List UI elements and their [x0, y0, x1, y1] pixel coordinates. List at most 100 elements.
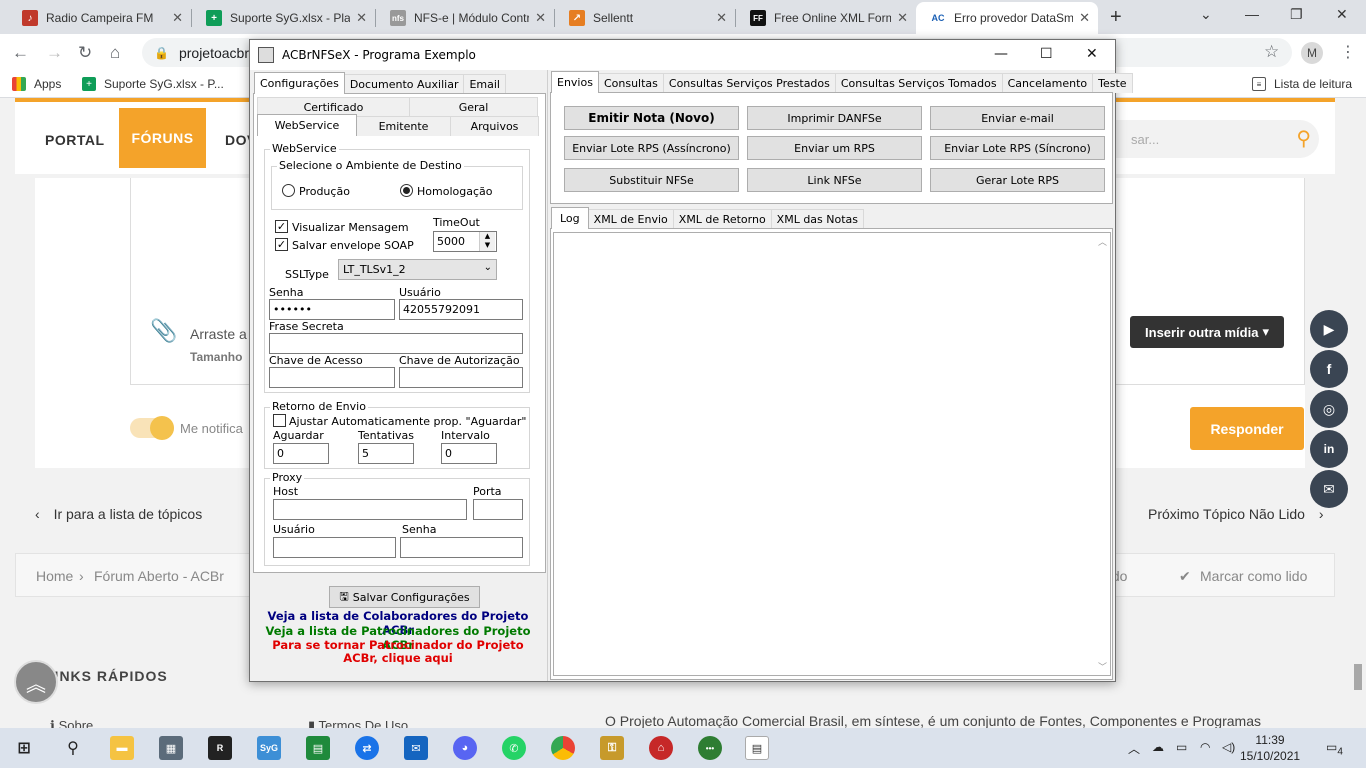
reply-button[interactable]: Responder [1190, 407, 1304, 450]
close-icon[interactable]: ✕ [356, 10, 367, 26]
discord-icon[interactable]: ◕ [453, 736, 477, 760]
tab-teste[interactable]: Teste [1092, 73, 1133, 93]
close-icon[interactable]: ✕ [897, 10, 908, 26]
scroll-up-icon[interactable]: ︿ [1098, 235, 1107, 248]
spin-arrows-icon[interactable]: ▲ ▼ [479, 232, 495, 251]
chave-acesso-field[interactable] [269, 367, 395, 388]
close-icon[interactable]: ✕ [716, 10, 727, 26]
tab-configuracoes[interactable]: Configurações [254, 72, 345, 94]
close-icon[interactable]: ✕ [172, 10, 183, 26]
enviar-lote-assincrono-button[interactable]: Enviar Lote RPS (Assíncrono) [564, 136, 739, 160]
linkedin-icon[interactable]: in [1310, 430, 1348, 468]
minimize-icon[interactable]: — [994, 46, 1008, 62]
new-tab-icon[interactable]: + [1110, 6, 1122, 29]
tab-consultas-tomados[interactable]: Consultas Serviços Tomados [834, 73, 1003, 93]
next-topic-link[interactable]: Próximo Tópico Não Lido › [1148, 506, 1324, 522]
gerar-lote-rps-button[interactable]: Gerar Lote RPS [930, 168, 1105, 192]
maximize-icon[interactable]: ☐ [1040, 46, 1053, 62]
substituir-nfse-button[interactable]: Substituir NFSe [564, 168, 739, 192]
cloud-icon[interactable]: ☁ [1152, 740, 1164, 754]
home-icon[interactable]: ⌂ [110, 43, 120, 63]
proxy-senha-field[interactable] [400, 537, 523, 558]
reading-list[interactable]: ≡ Lista de leitura [1252, 77, 1352, 91]
log-scrollbar[interactable]: ︿ ﹀ [1094, 233, 1110, 675]
bookmark-apps[interactable]: Apps [12, 77, 61, 91]
scroll-down-icon[interactable]: ﹀ [1098, 660, 1107, 673]
volume-icon[interactable]: ◁) [1222, 740, 1235, 754]
scrollbar-thumb[interactable] [1354, 664, 1362, 690]
reload-icon[interactable]: ↻ [78, 43, 92, 63]
imprimir-danfse-button[interactable]: Imprimir DANFSe [747, 106, 922, 130]
aguardar-field[interactable]: 0 [273, 443, 329, 464]
mail-icon[interactable]: ✉ [1310, 470, 1348, 508]
tentativas-field[interactable]: 5 [358, 443, 414, 464]
file-explorer-icon[interactable]: ▬ [110, 736, 134, 760]
calculator-icon[interactable]: ▦ [159, 736, 183, 760]
search-icon[interactable]: ⚲ [61, 736, 85, 760]
tab-webservice[interactable]: WebService [257, 114, 357, 136]
link-nfse-button[interactable]: Link NFSe [747, 168, 922, 192]
tab-xml-envio[interactable]: XML de Envio [587, 209, 674, 229]
facebook-icon[interactable]: f [1310, 350, 1348, 388]
proxy-porta-field[interactable] [473, 499, 523, 520]
app-green-icon[interactable]: ••• [698, 736, 722, 760]
tab-arquivos[interactable]: Arquivos [450, 116, 539, 136]
usuario-field[interactable]: 42055792091 [399, 299, 523, 320]
bookmark-star-icon[interactable]: ☆ [1264, 42, 1279, 62]
close-window-icon[interactable]: ✕ [1336, 6, 1348, 23]
enviar-email-button[interactable]: Enviar e-mail [930, 106, 1105, 130]
chevron-up-icon[interactable]: ︿ [1128, 740, 1140, 757]
chrome-icon[interactable] [551, 736, 575, 760]
close-icon[interactable]: ✕ [1086, 46, 1098, 62]
browser-tab[interactable]: nfs NFS-e | Módulo Contr ✕ [376, 2, 554, 34]
breadcrumb-home[interactable]: Home [36, 568, 73, 584]
emitir-nota-button[interactable]: Emitir Nota (Novo) [564, 106, 739, 130]
spreadsheet-icon[interactable]: ▤ [306, 736, 330, 760]
tab-consultas-prestados[interactable]: Consultas Serviços Prestados [662, 73, 836, 93]
browser-tab[interactable]: FF Free Online XML Form ✕ [736, 2, 916, 34]
youtube-icon[interactable]: ▶ [1310, 310, 1348, 348]
menu-icon[interactable]: ⋮ [1340, 42, 1356, 62]
tab-documento-auxiliar[interactable]: Documento Auxiliar [343, 74, 465, 94]
tab-envios[interactable]: Envios [551, 71, 599, 93]
syg-icon[interactable]: SyG [257, 736, 281, 760]
tornar-patrocinador-link[interactable]: Para se tornar Patrocinador do Projeto A… [250, 639, 546, 665]
salvar-envelope-checkbox[interactable]: ✓ [275, 238, 288, 251]
tab-consultas[interactable]: Consultas [597, 73, 664, 93]
enviar-lote-sincrono-button[interactable]: Enviar Lote RPS (Síncrono) [930, 136, 1105, 160]
producao-radio[interactable] [282, 184, 295, 197]
minimize-icon[interactable]: — [1245, 6, 1259, 22]
nav-foruns[interactable]: FÓRUNS [119, 108, 206, 168]
page-scrollbar[interactable] [1350, 98, 1366, 728]
restore-icon[interactable]: ❐ [1290, 6, 1303, 23]
visualizar-mensagem-checkbox[interactable]: ✓ [275, 220, 288, 233]
windows-start-icon[interactable]: ⊞ [12, 736, 36, 760]
browser-tab[interactable]: + Suporte SyG.xlsx - Pla ✕ [192, 2, 375, 34]
battery-icon[interactable]: ▭ [1176, 740, 1187, 754]
search-icon[interactable]: ⚲ [1296, 126, 1311, 151]
teamviewer-icon[interactable]: ⇄ [355, 736, 379, 760]
ajustar-aguardar-checkbox[interactable] [273, 414, 286, 427]
avatar[interactable]: M [1301, 42, 1323, 64]
breadcrumb-forum[interactable]: Fórum Aberto - ACBr [94, 568, 224, 584]
log-textarea[interactable]: ︿ ﹀ [553, 232, 1111, 676]
whatsapp-icon[interactable]: ✆ [502, 736, 526, 760]
mark-read-link[interactable]: Marcar como lido [1200, 568, 1307, 584]
proxy-host-field[interactable] [273, 499, 467, 520]
previous-topic-link[interactable]: ‹ Ir para a lista de tópicos [35, 506, 202, 522]
browser-tab-active[interactable]: AC Erro provedor DataSm ✕ [916, 2, 1098, 34]
homologacao-radio[interactable] [400, 184, 413, 197]
nav-portal[interactable]: PORTAL [45, 132, 105, 148]
system-clock[interactable]: 11:39 15/10/2021 [1240, 732, 1300, 764]
footer-link-sobre[interactable]: ℹ Sobre [50, 718, 93, 728]
bookmark-suporte[interactable]: + Suporte SyG.xlsx - P... [82, 77, 224, 91]
tab-email[interactable]: Email [463, 74, 506, 94]
browser-tab[interactable]: ↗ Sellentt ✕ [555, 2, 735, 34]
forward-icon[interactable]: → [46, 43, 63, 63]
notify-toggle[interactable] [130, 416, 174, 440]
wifi-icon[interactable]: ◠ [1200, 740, 1210, 754]
frase-secreta-field[interactable] [269, 333, 523, 354]
timeout-spinner[interactable]: 5000 ▲ ▼ [433, 231, 497, 252]
tab-xml-notas[interactable]: XML das Notas [770, 209, 865, 229]
chave-autorizacao-field[interactable] [399, 367, 523, 388]
